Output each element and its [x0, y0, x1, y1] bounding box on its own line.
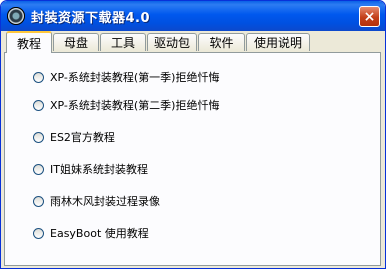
radio-option[interactable]: ES2官方教程	[33, 129, 115, 145]
radio-option[interactable]: XP-系统封装教程(第二季)拒绝忏悔	[33, 97, 219, 113]
tab-label: 软件	[209, 36, 234, 50]
tab-master-disc[interactable]: 母盘	[53, 33, 99, 51]
tab-software[interactable]: 软件	[198, 33, 245, 51]
close-icon: ×	[363, 8, 376, 25]
radio-option[interactable]: XP-系统封装教程(第一季)拒绝忏悔	[33, 69, 219, 85]
close-button[interactable]: ×	[359, 6, 380, 27]
radio-button[interactable]	[33, 227, 44, 239]
radio-label: XP-系统封装教程(第一季)拒绝忏悔	[50, 71, 220, 84]
radio-button[interactable]	[33, 131, 44, 143]
tab-label: 教程	[16, 36, 41, 51]
radio-label: IT姐妹系统封装教程	[50, 163, 148, 176]
radio-option[interactable]: 雨林木风封装过程录像	[33, 193, 160, 209]
tab-strip: 教程 母盘 工具 驱动包 软件 使用说明	[4, 31, 384, 53]
radio-label: 雨林木风封装过程录像	[50, 195, 160, 208]
tab-instructions[interactable]: 使用说明	[246, 33, 310, 51]
tutorials-panel: XP-系统封装教程(第一季)拒绝忏悔 XP-系统封装教程(第二季)拒绝忏悔 ES…	[4, 52, 381, 266]
tab-tools[interactable]: 工具	[100, 33, 146, 51]
tab-label: 使用说明	[253, 36, 302, 50]
radio-button[interactable]	[33, 163, 44, 175]
title-bar[interactable]: 封装资源下载器4.0 ×	[1, 1, 385, 31]
tab-label: 工具	[110, 36, 135, 50]
radio-option[interactable]: IT姐妹系统封装教程	[33, 161, 148, 177]
radio-label: XP-系统封装教程(第二季)拒绝忏悔	[50, 99, 220, 112]
radio-button[interactable]	[33, 195, 44, 207]
radio-button[interactable]	[33, 71, 44, 83]
tab-drivers[interactable]: 驱动包	[147, 33, 197, 51]
radio-label: ES2官方教程	[50, 131, 115, 144]
tab-label: 母盘	[63, 36, 88, 50]
tab-label: 驱动包	[153, 36, 190, 50]
tab-tutorials[interactable]: 教程	[6, 31, 52, 53]
radio-option[interactable]: EasyBoot 使用教程	[33, 225, 149, 241]
radio-label: EasyBoot 使用教程	[50, 227, 149, 240]
app-disc-icon	[7, 7, 25, 25]
radio-button[interactable]	[33, 99, 44, 111]
app-window: 封装资源下载器4.0 × 教程 母盘 工具 驱动包 软件 使用说明 XP-系统封…	[0, 0, 386, 269]
window-title: 封装资源下载器4.0	[31, 11, 151, 26]
